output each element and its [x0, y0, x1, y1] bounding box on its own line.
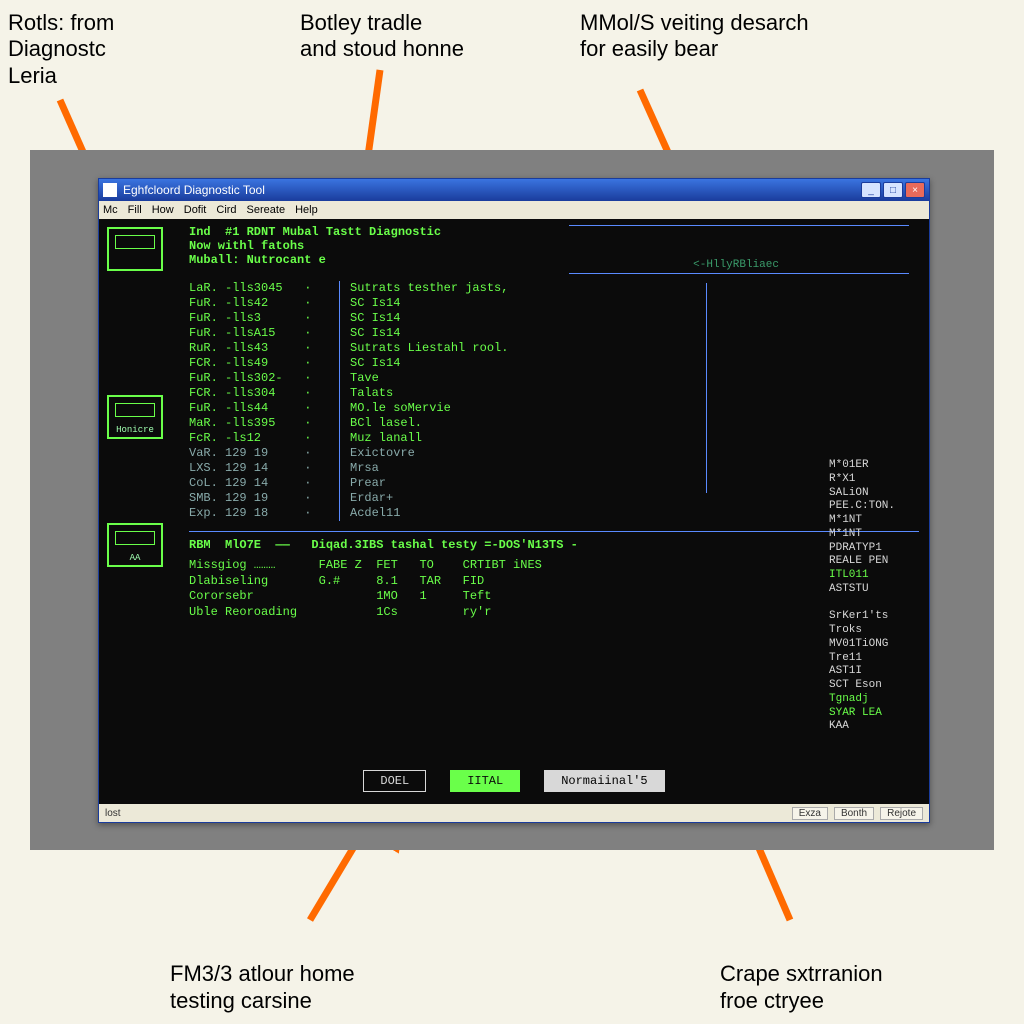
status-seg-2[interactable]: Bonth [834, 807, 874, 820]
right-list-item: M*1NT [829, 528, 919, 542]
menu-how[interactable]: How [152, 204, 174, 216]
menu-dofit[interactable]: Dofit [184, 204, 207, 216]
table-row-right: Prear [350, 476, 619, 491]
doel-button[interactable]: DOEL [363, 770, 426, 792]
right-side-list: M*01ERR*X1SALiONPEE.C:TON.M*1NTM*1NTPDRA… [829, 459, 919, 734]
menu-fill[interactable]: Fill [128, 204, 142, 216]
statusbar: lost Exza Bonth Rejote [99, 804, 929, 822]
right-list-item: SALiON [829, 487, 919, 501]
section2-row: Uble Reoroading 1Cs ry'r [189, 605, 919, 621]
annotation-bottom-left: FM3/3 atlour home testing carsine [170, 961, 355, 1014]
table-row-right: MO.le soMervie [350, 401, 619, 416]
drive-icon[interactable] [107, 227, 163, 271]
table-row-left: FCR. -lls49 · [189, 356, 339, 371]
app-icon [103, 183, 117, 197]
app-window: Eghfcloord Diagnostic Tool _ □ × Mc Fill… [98, 178, 930, 823]
section2-row: Dlabiseling G.# 8.1 TAR FID [189, 574, 919, 590]
table-row-left: Exp. 129 18 · [189, 506, 339, 521]
table-row-right: Sutrats testher jasts, [350, 281, 619, 296]
window-title: Eghfcloord Diagnostic Tool [123, 183, 861, 197]
diagnostic-table: LaR. -lls3045 ·FuR. -lls42 ·FuR. -lls3 ·… [189, 281, 919, 521]
right-list-item: R*X1 [829, 473, 919, 487]
table-row-left: FuR. -lls44 · [189, 401, 339, 416]
table-row-left: LXS. 129 14 · [189, 461, 339, 476]
table-row-right: SC Is14 [350, 356, 619, 371]
menubar: Mc Fill How Dofit Cird Sereate Help [99, 201, 929, 219]
right-list-item: SYAR LEA [829, 707, 919, 721]
maximize-button[interactable]: □ [883, 182, 903, 198]
table-row-right: Muz lanall [350, 431, 619, 446]
disk-icon[interactable]: AA [107, 523, 163, 567]
table-row-right: Acdel11 [350, 506, 619, 521]
right-list-item: REALE PEN [829, 555, 919, 569]
table-row-left: LaR. -lls3045 · [189, 281, 339, 296]
menu-cird[interactable]: Cird [216, 204, 236, 216]
right-list-item: Tre11 [829, 652, 919, 666]
monitor-icon[interactable]: Honicre [107, 395, 163, 439]
menu-mc[interactable]: Mc [103, 204, 118, 216]
table-row-right: Sutrats Liestahl rool. [350, 341, 619, 356]
sidebar: Honicre AA [107, 227, 167, 567]
table-row-left: FuR. -lls302- · [189, 371, 339, 386]
table-row-left: FCR. -lls304 · [189, 386, 339, 401]
normal-button[interactable]: Normaiinal'5 [544, 770, 664, 792]
right-list-item: PDRATYP1 [829, 542, 919, 556]
header-tag: <-HllyRBliaec [693, 259, 779, 271]
table-row-right: Erdar+ [350, 491, 619, 506]
right-list-item: Tgnadj [829, 693, 919, 707]
right-list-item: MV01TiONG [829, 638, 919, 652]
annotation-top-right: MMol/S veiting desarch for easily bear [580, 10, 809, 63]
annotation-top-center: Botley tradle and stoud honne [300, 10, 464, 63]
right-list-item: ITL011 [829, 569, 919, 583]
right-list-item: M*01ER [829, 459, 919, 473]
menu-help[interactable]: Help [295, 204, 318, 216]
table-row-left: FuR. -llsA15 · [189, 326, 339, 341]
table-row-right: Mrsa [350, 461, 619, 476]
close-button[interactable]: × [905, 182, 925, 198]
right-list-item: Troks [829, 624, 919, 638]
right-list-item [829, 597, 919, 611]
table-row-left: FuR. -lls3 · [189, 311, 339, 326]
iital-button[interactable]: IITAL [450, 770, 520, 792]
annotation-top-left: Rotls: from Diagnostc Leria [8, 10, 114, 89]
annotation-bottom-right: Crape sxtrranion froe ctryee [720, 961, 883, 1014]
divider-h1 [569, 273, 909, 274]
divider-top [569, 225, 909, 226]
table-row-left: FcR. -ls12 · [189, 431, 339, 446]
table-row-left: CoL. 129 14 · [189, 476, 339, 491]
status-seg-3[interactable]: Rejote [880, 807, 923, 820]
right-list-item: PEE.C:TON. [829, 500, 919, 514]
table-row-right: BCl lasel. [350, 416, 619, 431]
section-rbm: RBM MlO7E —— Diqad.3IBS tashal testy =-D… [189, 531, 919, 620]
table-row-right: Tave [350, 371, 619, 386]
table-row-right: Talats [350, 386, 619, 401]
button-row: DOEL IITAL Normaiinal'5 [99, 770, 929, 792]
status-left: lost [105, 808, 121, 819]
right-list-item: ASTSTU [829, 583, 919, 597]
table-row-right: Exictovre [350, 446, 619, 461]
table-row-left: FuR. -lls42 · [189, 296, 339, 311]
menu-sereate[interactable]: Sereate [247, 204, 286, 216]
right-list-item: M*1NT [829, 514, 919, 528]
table-row-right: SC Is14 [350, 311, 619, 326]
section2-row: Missgiog ……… FABE Z FET TO CRTIBT iNES [189, 558, 919, 574]
titlebar[interactable]: Eghfcloord Diagnostic Tool _ □ × [99, 179, 929, 201]
table-row-left: VaR. 129 19 · [189, 446, 339, 461]
table-row-right: SC Is14 [350, 326, 619, 341]
status-seg-1[interactable]: Exza [792, 807, 828, 820]
right-list-item: SrKer1'ts [829, 610, 919, 624]
right-list-item: AST1I [829, 665, 919, 679]
table-row-left: SMB. 129 19 · [189, 491, 339, 506]
table-row-right: SC Is14 [350, 296, 619, 311]
table-row-left: MaR. -lls395 · [189, 416, 339, 431]
terminal-area: Honicre AA Ind #1 RDNT Mubal Tastt Diagn… [99, 219, 929, 804]
terminal-header: Ind #1 RDNT Mubal Tastt Diagnostic Now w… [189, 225, 919, 267]
section2-row: Cororsebr 1MO 1 Teft [189, 589, 919, 605]
table-row-left: RuR. -lls43 · [189, 341, 339, 356]
minimize-button[interactable]: _ [861, 182, 881, 198]
divider-v1 [706, 283, 707, 493]
right-list-item: SCT Eson [829, 679, 919, 693]
right-list-item: KAA [829, 720, 919, 734]
